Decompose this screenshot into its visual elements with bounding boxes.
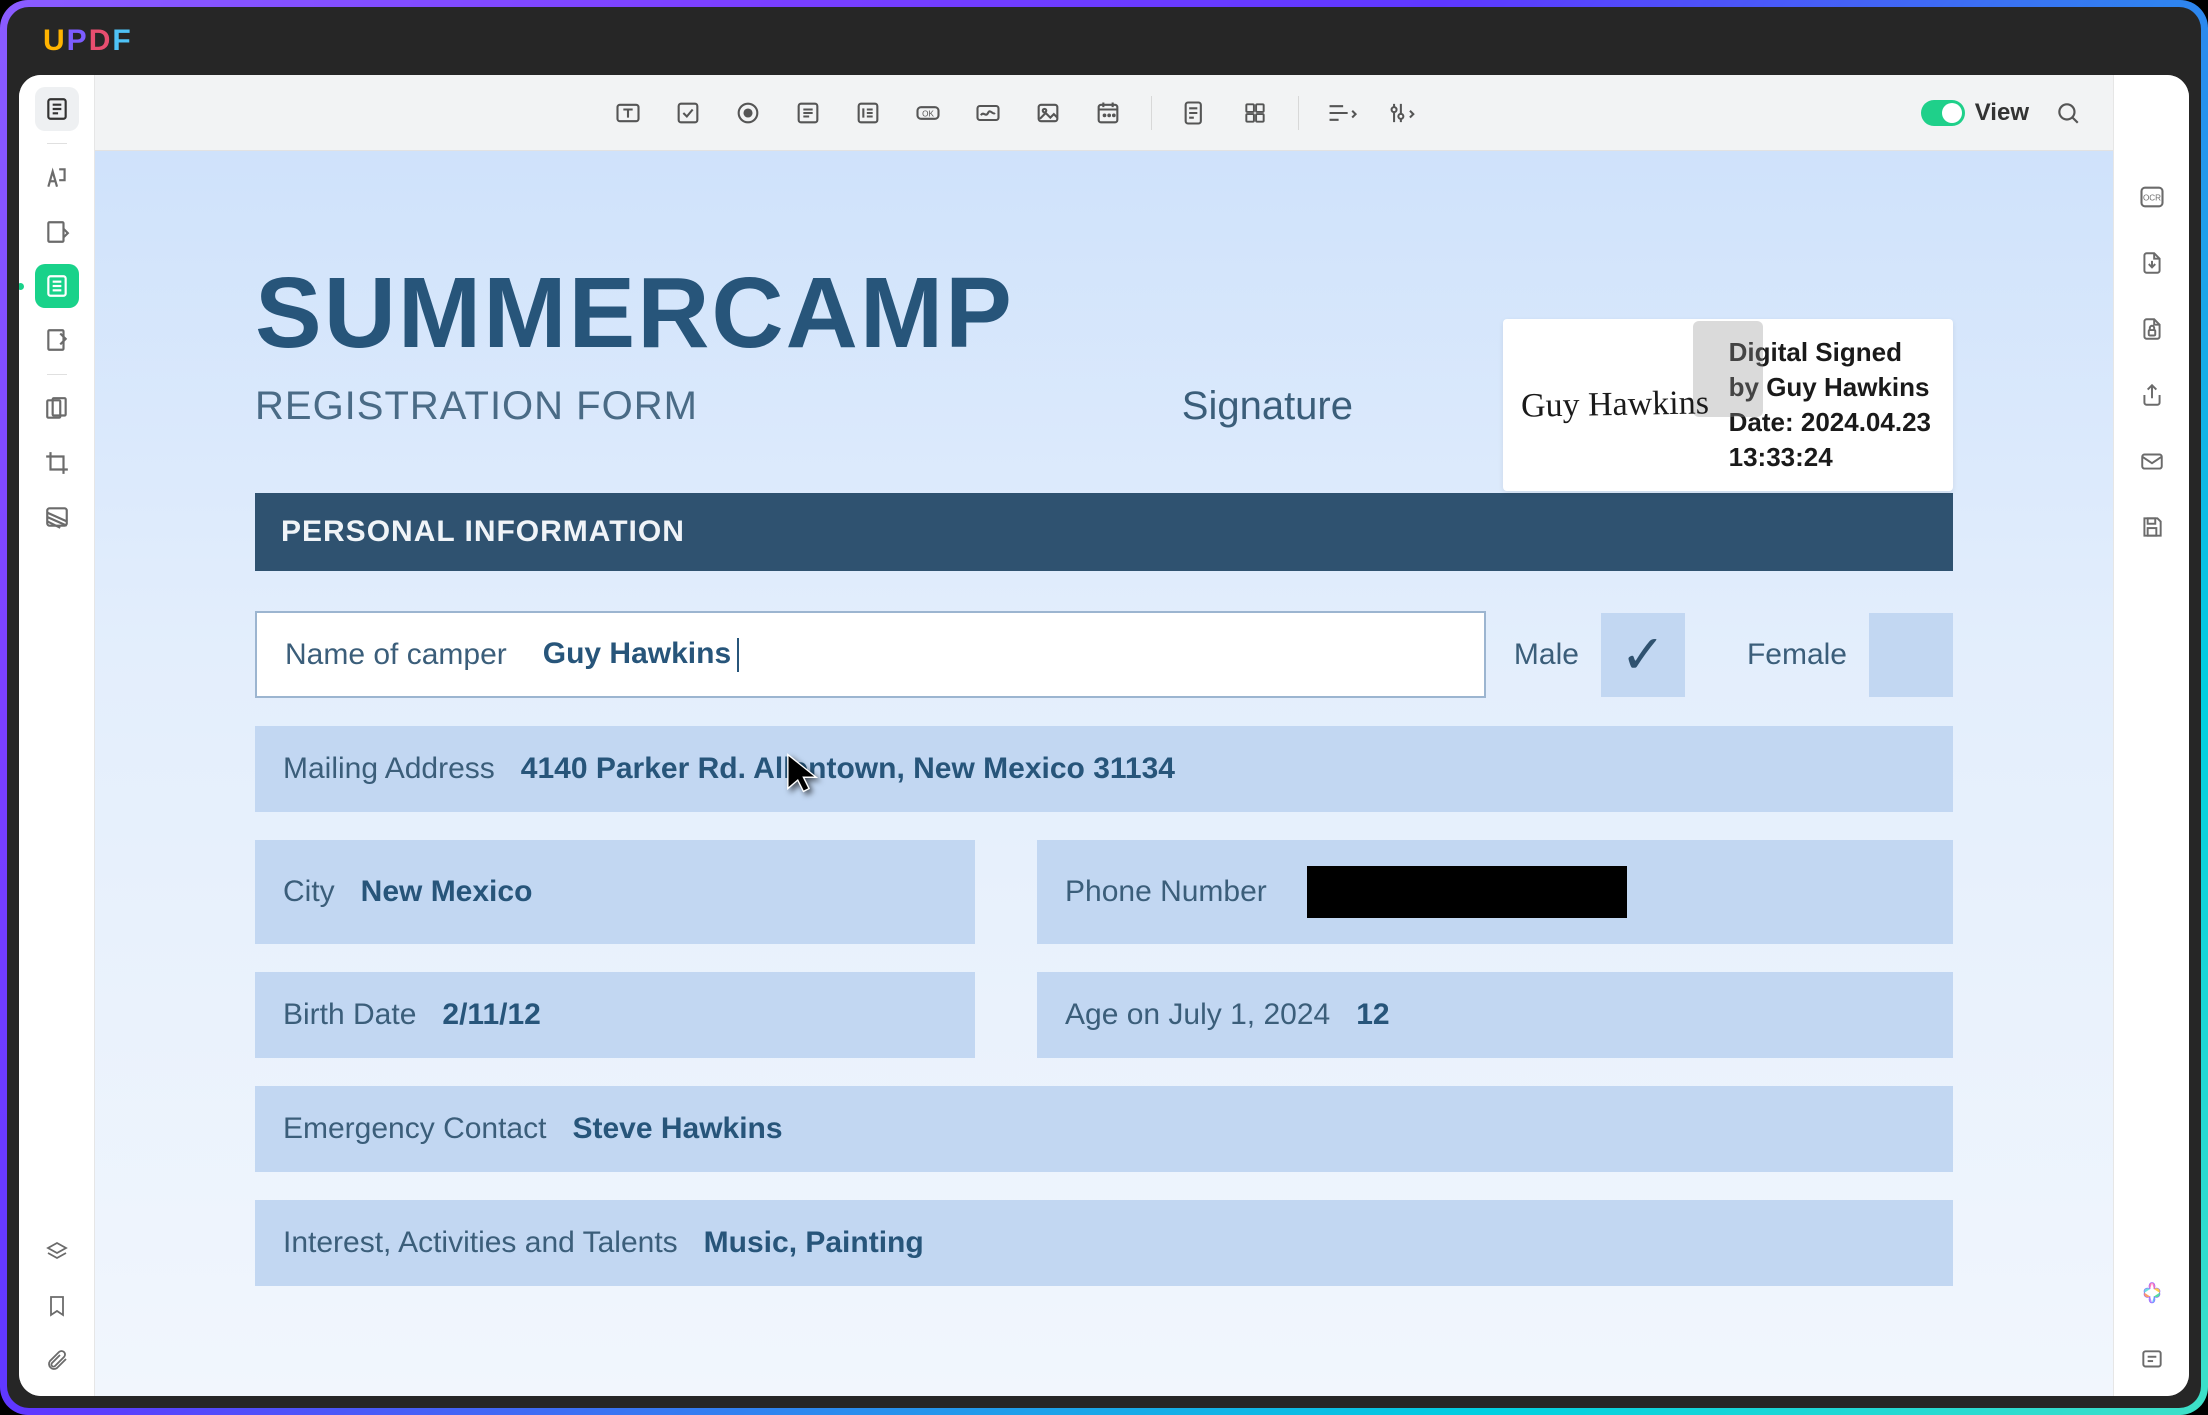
document-page: SUMMERCAMP REGISTRATION FORM Signature G… [95, 151, 2113, 1396]
redact-icon[interactable] [35, 495, 79, 539]
updf-logo: UPDF [43, 24, 133, 58]
svg-text:OCR: OCR [2142, 194, 2160, 203]
city-field[interactable]: City New Mexico [255, 840, 975, 944]
signature-label: Signature [1182, 384, 1353, 429]
checkbox-tool-icon[interactable] [667, 92, 709, 134]
notes-panel-icon[interactable] [2130, 1338, 2174, 1382]
left-sidebar [19, 75, 95, 1396]
phone-redacted [1307, 866, 1627, 918]
female-label: Female [1747, 638, 1847, 672]
crop-icon[interactable] [35, 441, 79, 485]
comment-tool-icon[interactable] [35, 156, 79, 200]
male-label: Male [1514, 638, 1579, 672]
ai-flower-icon[interactable] [2130, 1272, 2174, 1316]
align-tool-icon[interactable] [1321, 92, 1363, 134]
text-field-tool-icon[interactable] [607, 92, 649, 134]
layers-icon[interactable] [35, 1230, 79, 1274]
page-tool-icon[interactable] [35, 318, 79, 362]
signature-handwriting: Guy Hawkins [1520, 385, 1709, 426]
listbox-tool-icon[interactable] [847, 92, 889, 134]
image-tool-icon[interactable] [1027, 92, 1069, 134]
protect-icon[interactable] [2130, 307, 2174, 351]
phone-field[interactable]: Phone Number [1037, 840, 1953, 944]
attachment-icon[interactable] [35, 1338, 79, 1382]
organize-icon[interactable] [35, 387, 79, 431]
convert-icon[interactable] [2130, 241, 2174, 285]
interests-field[interactable]: Interest, Activities and Talents Music, … [255, 1200, 1953, 1286]
male-checkbox[interactable]: ✓ [1601, 613, 1685, 697]
radio-tool-icon[interactable] [727, 92, 769, 134]
form-grid-icon[interactable] [1234, 92, 1276, 134]
form-tool-icon[interactable] [35, 264, 79, 308]
form-recognize-icon[interactable] [1174, 92, 1216, 134]
share-icon[interactable] [2130, 373, 2174, 417]
doc-subtitle: REGISTRATION FORM [255, 384, 698, 429]
tools-settings-icon[interactable] [1381, 92, 1423, 134]
age-field[interactable]: Age on July 1, 2024 12 [1037, 972, 1953, 1058]
emergency-contact-field[interactable]: Emergency Contact Steve Hawkins [255, 1086, 1953, 1172]
date-tool-icon[interactable] [1087, 92, 1129, 134]
camper-name-value: Guy Hawkins [543, 637, 739, 672]
bookmark-icon[interactable] [35, 1284, 79, 1328]
svg-text:OK: OK [922, 109, 934, 118]
button-tool-icon[interactable]: OK [907, 92, 949, 134]
edit-tool-icon[interactable] [35, 210, 79, 254]
view-toggle[interactable]: View [1921, 99, 2029, 127]
view-label: View [1975, 99, 2029, 127]
view-switch[interactable] [1921, 100, 1965, 126]
birthdate-field[interactable]: Birth Date 2/11/12 [255, 972, 975, 1058]
save-icon[interactable] [2130, 505, 2174, 549]
dropdown-tool-icon[interactable] [787, 92, 829, 134]
female-checkbox[interactable] [1869, 613, 1953, 697]
right-sidebar: OCR [2113, 75, 2189, 1396]
email-icon[interactable] [2130, 439, 2174, 483]
search-icon[interactable] [2047, 92, 2089, 134]
ocr-icon[interactable]: OCR [2130, 175, 2174, 219]
reader-mode-icon[interactable] [35, 87, 79, 131]
signature-block: Guy Hawkins Digital Signed by Guy Hawkin… [1503, 319, 1953, 510]
form-toolbar: OK [95, 75, 2113, 151]
camper-name-field[interactable]: Name of camper Guy Hawkins [255, 611, 1486, 698]
signature-tool-icon[interactable] [967, 92, 1009, 134]
mailing-address-field[interactable]: Mailing Address 4140 Parker Rd. Allentow… [255, 726, 1953, 812]
